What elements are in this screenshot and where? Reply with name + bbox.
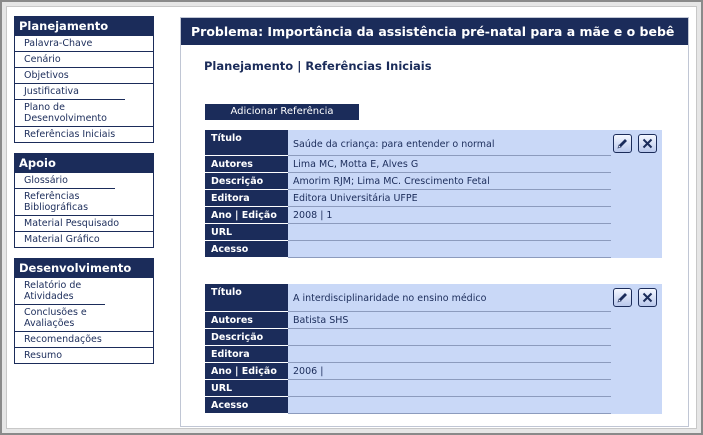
nav-section-apoio: Apoio Glossário Referências Bibliográfic… [14, 153, 154, 248]
reference-row-acesso: Acesso [205, 241, 662, 258]
field-value-ano-edicao: 2008 | 1 [288, 207, 611, 224]
field-value-descricao: Amorim RJM; Lima MC. Crescimento Fetal [288, 173, 611, 190]
reference-row-autores: Autores Lima MC, Motta E, Alves G [205, 156, 662, 173]
field-value-ano-edicao: 2006 | [288, 363, 611, 380]
sidebar-item-cenario[interactable]: Cenário [15, 51, 153, 67]
field-label-autores: Autores [205, 156, 288, 173]
field-label-descricao: Descrição [205, 173, 288, 190]
field-label-acesso: Acesso [205, 241, 288, 258]
field-value-titulo: A interdisciplinaridade no ensino médico [288, 284, 611, 312]
close-icon [642, 138, 653, 149]
reference-row-acesso: Acesso [205, 397, 662, 414]
reference-card: Título Saúde da criança: para entender o… [205, 130, 662, 259]
sidebar-item-resumo[interactable]: Resumo [15, 347, 153, 363]
delete-button[interactable] [638, 288, 657, 307]
reference-row-descricao: Descrição Amorim RJM; Lima MC. Crescimen… [205, 173, 662, 190]
nav-section-planejamento: Planejamento Palavra-Chave Cenário Objet… [14, 16, 154, 143]
field-value-url [288, 224, 611, 241]
nav-list: Palavra-Chave Cenário Objetivos Justific… [14, 36, 154, 143]
reference-row-descricao: Descrição [205, 329, 662, 346]
field-value-autores: Batista SHS [288, 312, 611, 329]
sidebar-item-glossario[interactable]: Glossário [15, 173, 153, 188]
field-value-titulo: Saúde da criança: para entender o normal [288, 130, 611, 156]
nav-section-desenvolvimento: Desenvolvimento Relatório de Atividades … [14, 258, 154, 364]
field-value-acesso [288, 397, 611, 414]
pencil-icon [617, 293, 627, 303]
field-label-acesso: Acesso [205, 397, 288, 414]
field-value-descricao [288, 329, 611, 346]
nav-section-title: Desenvolvimento [14, 258, 154, 278]
field-label-titulo: Título [205, 284, 288, 312]
sidebar-item-plano-de-desenvolvimento[interactable]: Plano de Desenvolvimento [15, 99, 125, 126]
reference-row-url: URL [205, 380, 662, 397]
reference-row-ano-edicao: Ano | Edição 2008 | 1 [205, 207, 662, 224]
nav-section-title: Apoio [14, 153, 154, 173]
delete-button[interactable] [638, 134, 657, 153]
field-label-ano-edicao: Ano | Edição [205, 363, 288, 380]
reference-actions [613, 134, 657, 153]
reference-card: Título A interdisciplinaridade no ensino… [205, 284, 662, 415]
field-label-titulo: Título [205, 130, 288, 156]
nav-section-title: Planejamento [14, 16, 154, 36]
reference-row-titulo: Título Saúde da criança: para entender o… [205, 130, 662, 156]
sidebar-item-objetivos[interactable]: Objetivos [15, 67, 153, 83]
nav-list: Relatório de Atividades Conclusões e Ava… [14, 278, 154, 364]
field-value-url [288, 380, 611, 397]
field-label-editora: Editora [205, 346, 288, 363]
field-value-acesso [288, 241, 611, 258]
nav-list: Glossário Referências Bibliográficas Mat… [14, 173, 154, 248]
edit-button[interactable] [613, 134, 632, 153]
sidebar-item-relatorio-de-atividades[interactable]: Relatório de Atividades [15, 278, 105, 304]
main-panel: Problema: Importância da assistência pré… [180, 17, 689, 427]
reference-row-editora: Editora Editora Universitária UFPE [205, 190, 662, 207]
reference-row-titulo: Título A interdisciplinaridade no ensino… [205, 284, 662, 312]
reference-row-url: URL [205, 224, 662, 241]
sidebar-item-justificativa[interactable]: Justificativa [15, 83, 153, 99]
sidebar: Planejamento Palavra-Chave Cenário Objet… [14, 16, 154, 374]
breadcrumb: Planejamento | Referências Iniciais [204, 59, 432, 73]
page-title: Problema: Importância da assistência pré… [181, 18, 688, 45]
field-label-url: URL [205, 224, 288, 241]
sidebar-item-conclusoes-e-avaliacoes[interactable]: Conclusões e Avaliações [15, 304, 105, 331]
sidebar-item-recomendacoes[interactable]: Recomendações [15, 331, 153, 347]
field-label-url: URL [205, 380, 288, 397]
reference-row-editora: Editora [205, 346, 662, 363]
field-value-autores: Lima MC, Motta E, Alves G [288, 156, 611, 173]
add-reference-button[interactable]: Adicionar Referência [205, 104, 359, 120]
field-value-editora: Editora Universitária UFPE [288, 190, 611, 207]
close-icon [642, 292, 653, 303]
field-label-ano-edicao: Ano | Edição [205, 207, 288, 224]
sidebar-item-palavra-chave[interactable]: Palavra-Chave [15, 36, 153, 51]
reference-actions [613, 288, 657, 307]
sidebar-item-material-pesquisado[interactable]: Material Pesquisado [15, 215, 153, 231]
reference-row-ano-edicao: Ano | Edição 2006 | [205, 363, 662, 380]
field-label-descricao: Descrição [205, 329, 288, 346]
sidebar-item-referencias-iniciais[interactable]: Referências Iniciais [15, 126, 153, 142]
field-value-editora [288, 346, 611, 363]
sidebar-item-material-grafico[interactable]: Material Gráfico [15, 231, 153, 247]
field-label-editora: Editora [205, 190, 288, 207]
sidebar-item-referencias-bibliograficas[interactable]: Referências Bibliográficas [15, 188, 115, 215]
pencil-icon [617, 139, 627, 149]
field-label-autores: Autores [205, 312, 288, 329]
edit-button[interactable] [613, 288, 632, 307]
reference-row-autores: Autores Batista SHS [205, 312, 662, 329]
